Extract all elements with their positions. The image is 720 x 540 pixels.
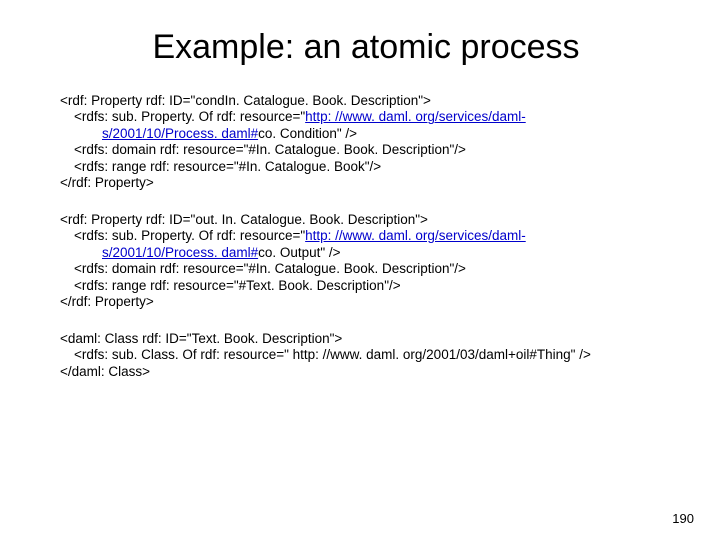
- text: <rdfs: sub. Property. Of rdf: resource=": [74, 228, 305, 243]
- code-block-2: <rdf: Property rdf: ID="out. In. Catalog…: [60, 212, 672, 311]
- line: <rdfs: range rdf: resource="#Text. Book.…: [60, 278, 672, 294]
- line: <daml: Class rdf: ID="Text. Book. Descri…: [60, 331, 672, 347]
- line: <rdfs: sub. Property. Of rdf: resource="…: [60, 228, 672, 244]
- hyperlink[interactable]: s/2001/10/Process. daml#: [102, 126, 258, 141]
- line: s/2001/10/Process. daml#co. Condition" /…: [60, 126, 672, 142]
- code-block-3: <daml: Class rdf: ID="Text. Book. Descri…: [60, 331, 672, 380]
- line: </rdf: Property>: [60, 294, 672, 310]
- line: <rdfs: domain rdf: resource="#In. Catalo…: [60, 261, 672, 277]
- hyperlink[interactable]: http: //www. daml. org/services/daml-: [305, 109, 526, 124]
- text: In. Catalogue. Book. Description">: [225, 93, 431, 108]
- slide-title: Example: an atomic process: [60, 28, 672, 67]
- line: </daml: Class>: [60, 364, 672, 380]
- text: co. Output" />: [258, 245, 340, 260]
- text: <rdf: Property rdf: ID="cond: [60, 93, 225, 108]
- line: <rdf: Property rdf: ID="out. In. Catalog…: [60, 212, 672, 228]
- line: s/2001/10/Process. daml#co. Output" />: [60, 245, 672, 261]
- slide: Example: an atomic process <rdf: Propert…: [0, 0, 720, 540]
- hyperlink[interactable]: s/2001/10/Process. daml#: [102, 245, 258, 260]
- line: <rdfs: sub. Property. Of rdf: resource="…: [60, 109, 672, 125]
- line: <rdfs: range rdf: resource="#In. Catalog…: [60, 159, 672, 175]
- line: <rdf: Property rdf: ID="condIn. Catalogu…: [60, 93, 672, 109]
- line: </rdf: Property>: [60, 175, 672, 191]
- page-number: 190: [672, 511, 694, 526]
- line: <rdfs: sub. Class. Of rdf: resource=" ht…: [60, 347, 672, 363]
- text: <rdfs: sub. Property. Of rdf: resource=": [74, 109, 305, 124]
- text: co. Condition" />: [258, 126, 357, 141]
- hyperlink[interactable]: http: //www. daml. org/services/daml-: [305, 228, 526, 243]
- line: <rdfs: domain rdf: resource="#In. Catalo…: [60, 142, 672, 158]
- code-block-1: <rdf: Property rdf: ID="condIn. Catalogu…: [60, 93, 672, 192]
